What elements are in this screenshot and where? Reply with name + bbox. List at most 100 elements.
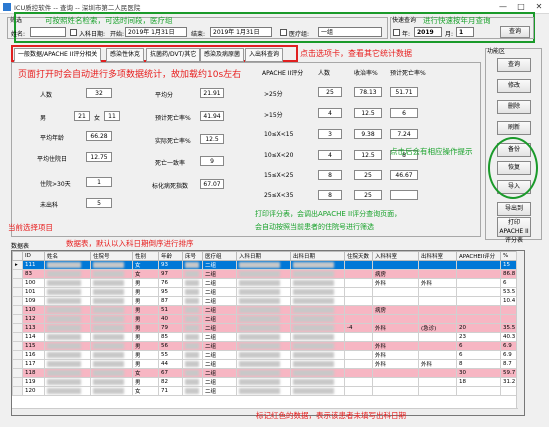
- name-input[interactable]: [30, 27, 66, 37]
- grid-column-header[interactable]: APACHEII评分: [456, 251, 501, 261]
- cell-score: [456, 269, 501, 279]
- refresh-button[interactable]: 刷新: [497, 121, 531, 135]
- cell-age: 97: [158, 269, 183, 279]
- table-row[interactable]: 109 男 87 二组 10.4: [12, 296, 524, 306]
- redacted-value: [185, 333, 199, 340]
- grid-column-header[interactable]: 性别: [132, 251, 159, 261]
- redacted-value: [293, 378, 334, 385]
- grid-column-header[interactable]: 入科科室: [372, 251, 419, 261]
- table-row[interactable]: ▸ 111 女 93 二组 15: [12, 260, 524, 270]
- med-group-checkbox[interactable]: [280, 29, 287, 36]
- start-date-picker[interactable]: 2019年 1月31日: [125, 27, 187, 37]
- row-selector[interactable]: [12, 386, 23, 396]
- cell-score: 30: [456, 368, 501, 378]
- table-row[interactable]: 100 男 76 二组 外科 外科 6: [12, 278, 524, 288]
- table-row[interactable]: 83 女 97 二组 病房 86.8: [12, 269, 524, 279]
- apache-n-value: 4: [318, 108, 342, 118]
- row-selector[interactable]: [12, 269, 23, 279]
- cell-redacted: [236, 341, 291, 351]
- cell-sex: 男: [132, 350, 159, 360]
- cell-score: 8: [456, 359, 501, 369]
- query-button[interactable]: 查询: [497, 58, 531, 72]
- table-row[interactable]: 110 男 51 二组 病房: [12, 305, 524, 315]
- tab-septic-shock[interactable]: 感染性休克: [106, 48, 145, 62]
- cell-dept1: 病房: [372, 269, 419, 279]
- apache-range-label: 15≤X<25: [264, 172, 294, 179]
- grid-column-header[interactable]: 床号: [182, 251, 203, 261]
- year-input[interactable]: 2019: [414, 27, 442, 37]
- cell-score: 20: [456, 323, 501, 333]
- cell-redacted: [236, 287, 291, 297]
- row-selector[interactable]: [12, 305, 23, 315]
- row-selector[interactable]: [12, 278, 23, 288]
- data-grid[interactable]: ID 姓名 住院号 性别 年龄 床号 医疗组 入科日期 出科日期 住院天数 入科科室 出科科室 APAC…: [11, 250, 525, 416]
- date-checkbox[interactable]: [70, 29, 77, 36]
- row-selector[interactable]: [12, 287, 23, 297]
- delete-button[interactable]: 删除: [497, 100, 531, 114]
- redacted-value: [185, 387, 199, 394]
- print-apache-button[interactable]: 打印APACHE II评分表: [497, 217, 531, 244]
- month-input[interactable]: 1: [456, 27, 474, 37]
- tab-antibiotics[interactable]: 抗菌药/DVT/其它: [146, 48, 201, 62]
- end-date-picker[interactable]: 2019年 1月31日: [210, 27, 272, 37]
- cell-dept2: [418, 350, 457, 360]
- row-selector[interactable]: [12, 314, 23, 324]
- table-row[interactable]: 120 女 71 二组: [12, 386, 524, 396]
- redacted-value: [47, 378, 82, 385]
- row-selector[interactable]: [12, 332, 23, 342]
- table-row[interactable]: 112 男 40 二组: [12, 314, 524, 324]
- grid-column-header[interactable]: 出科日期: [290, 251, 345, 261]
- row-selector[interactable]: [12, 368, 23, 378]
- row-selector[interactable]: [12, 296, 23, 306]
- date-check-label: 入科日期:: [79, 31, 106, 38]
- table-row[interactable]: 115 男 56 二组 外科 6 6.9: [12, 341, 524, 351]
- table-row[interactable]: 117 男 44 二组 外科 外科 8 8.7: [12, 359, 524, 369]
- tab-infection[interactable]: 感染及病原菌: [200, 48, 245, 62]
- table-row[interactable]: 116 男 55 二组 外科 6 6.9: [12, 350, 524, 360]
- table-row[interactable]: 119 男 82 二组 18 31.2: [12, 377, 524, 387]
- row-selector[interactable]: [12, 341, 23, 351]
- export-excel-button[interactable]: 导出到EXCEL: [497, 202, 531, 224]
- med-group-select[interactable]: 一组: [318, 27, 382, 37]
- row-selector[interactable]: [12, 350, 23, 360]
- cell-id: 101: [22, 287, 45, 297]
- grid-column-header[interactable]: ID: [22, 251, 45, 261]
- cell-id: 109: [22, 296, 45, 306]
- grid-column-header[interactable]: 姓名: [44, 251, 91, 261]
- row-selector[interactable]: [12, 323, 23, 333]
- grid-column-header[interactable]: 年龄: [158, 251, 183, 261]
- table-row[interactable]: 101 男 95 二组 53.5: [12, 287, 524, 297]
- cell-score: 23: [456, 332, 501, 342]
- grid-column-header[interactable]: 医疗组: [202, 251, 237, 261]
- table-row[interactable]: 114 男 85 二组 23 40.3: [12, 332, 524, 342]
- row-selector[interactable]: [12, 377, 23, 387]
- tab-admission-query[interactable]: 入出科查询: [245, 48, 284, 62]
- redacted-value: [239, 351, 280, 358]
- cell-grp: 二组: [202, 377, 237, 387]
- row-selector[interactable]: [12, 359, 23, 369]
- table-row[interactable]: 118 女 67 二组 30 59.7: [12, 368, 524, 378]
- tab-general[interactable]: 一般数据/APACHE II评分相关: [14, 48, 102, 62]
- quick-query-button[interactable]: 查询: [500, 26, 530, 38]
- cell-redacted: [44, 305, 91, 315]
- grid-vertical-scrollbar[interactable]: [516, 251, 524, 415]
- grid-column-header[interactable]: 住院天数: [344, 251, 373, 261]
- cell-id: 116: [22, 350, 45, 360]
- death-count-value: 9: [200, 156, 224, 166]
- redacted-value: [93, 315, 125, 322]
- current-item-hint: 当前选择项目: [8, 223, 53, 232]
- cell-redacted: [236, 323, 291, 333]
- cell-days: [344, 314, 373, 324]
- grid-column-header[interactable]: 出科科室: [418, 251, 457, 261]
- edit-button[interactable]: 修改: [497, 79, 531, 93]
- grid-column-header[interactable]: 住院号: [90, 251, 133, 261]
- cell-redacted: [290, 350, 345, 360]
- grid-column-header[interactable]: 入科日期: [236, 251, 291, 261]
- redacted-value: [47, 342, 82, 349]
- year-checkbox[interactable]: [393, 29, 400, 36]
- redacted-value: [293, 279, 334, 286]
- row-selector[interactable]: ▸: [12, 260, 23, 270]
- table-row[interactable]: 113 男 79 二组 -4 外科 (急诊) 20 35.5: [12, 323, 524, 333]
- cell-redacted: [90, 323, 133, 333]
- redacted-value: [93, 342, 125, 349]
